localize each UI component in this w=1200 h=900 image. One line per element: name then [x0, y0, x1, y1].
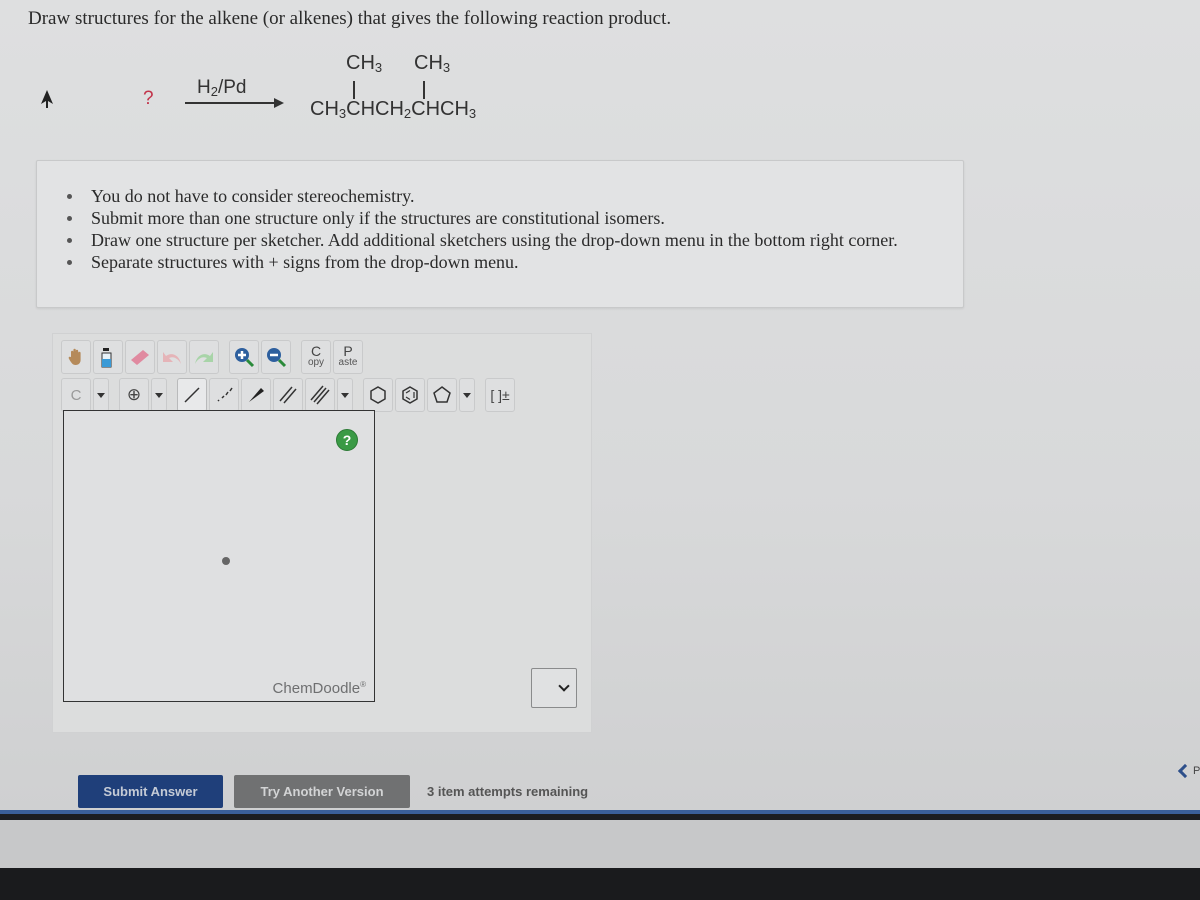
question-text: Draw structures for the alkene (or alken…: [28, 8, 672, 29]
instruction-item: Submit more than one structure only if t…: [67, 207, 898, 229]
single-bond-icon: [184, 387, 200, 403]
previous-button[interactable]: P: [1177, 763, 1200, 779]
screen-bottom-area: [0, 820, 1200, 870]
bond-line-1: [353, 81, 355, 99]
paste-label: aste: [338, 357, 358, 368]
reaction-arrow: [185, 102, 275, 104]
product-formula: CH3CHCH2CHCH3: [310, 98, 477, 121]
sketcher-toolbar-top: Copy Paste: [61, 340, 363, 374]
mouse-cursor-icon: [41, 90, 53, 108]
submit-answer-button[interactable]: Submit Answer: [78, 775, 223, 808]
monitor-bezel: [0, 868, 1200, 900]
cyclopentane-icon: [433, 386, 451, 403]
copy-letter: C: [310, 343, 322, 359]
reaction-arrow-head: [274, 98, 284, 108]
redo-button[interactable]: [189, 340, 219, 374]
chevron-down-icon: [558, 680, 570, 692]
methyl-substituent-2: CH3: [414, 52, 451, 75]
attempts-remaining: 3 item attempts remaining: [427, 784, 589, 799]
atom-label: C: [70, 386, 82, 404]
copy-button[interactable]: Copy: [301, 340, 331, 374]
instruction-item: You do not have to consider stereochemis…: [67, 185, 898, 207]
spray-bottle-icon: [101, 348, 112, 368]
undo-button[interactable]: [157, 340, 187, 374]
instructions-box: You do not have to consider stereochemis…: [36, 160, 964, 308]
copy-label: opy: [307, 357, 325, 368]
clear-tool-button[interactable]: [93, 340, 123, 374]
methyl-substituent-1: CH3: [346, 52, 383, 75]
chemdoodle-sketcher: Copy Paste C ⊕ []± ? ChemDoodle®: [52, 333, 592, 733]
instruction-item: Draw one structure per sketcher. Add add…: [67, 230, 898, 250]
paste-button[interactable]: Paste: [333, 340, 363, 374]
undo-icon: [163, 352, 181, 364]
bond-line-2: [423, 81, 425, 99]
cyclopentane-button[interactable]: [427, 378, 457, 412]
cyclohexane-icon: [370, 386, 386, 404]
drawing-canvas[interactable]: ? ChemDoodle®: [63, 410, 375, 702]
bracket-icon: [ ]±: [490, 387, 510, 403]
paste-letter: P: [343, 343, 353, 359]
single-bond-button[interactable]: [177, 378, 207, 412]
caret-down-icon: [463, 392, 471, 398]
help-icon[interactable]: ?: [336, 429, 358, 451]
instruction-item: Separate structures with + signs from th…: [67, 251, 898, 273]
wedge-bond-icon: [249, 388, 264, 402]
bond-dropdown-button[interactable]: [337, 378, 353, 412]
zoom-out-button[interactable]: [261, 340, 291, 374]
reagent-label: H2/Pd: [197, 77, 247, 99]
chevron-left-icon: [1177, 763, 1193, 779]
previous-label: P: [1193, 765, 1200, 777]
try-another-version-button[interactable]: Try Another Version: [234, 775, 410, 808]
charge-button[interactable]: ⊕: [119, 378, 149, 412]
bracket-charge-button[interactable]: [ ]±: [485, 378, 515, 412]
eraser-icon: [131, 350, 149, 365]
double-bond-button[interactable]: [273, 378, 303, 412]
caret-down-icon: [155, 392, 163, 398]
zoom-in-button[interactable]: [229, 340, 259, 374]
wedge-bond-button[interactable]: [241, 378, 271, 412]
triple-bond-icon: [310, 385, 330, 405]
add-sketcher-dropdown[interactable]: [531, 668, 577, 708]
triple-bond-button[interactable]: [305, 378, 335, 412]
charge-plus-icon: ⊕: [126, 385, 142, 404]
zoom-in-icon: [235, 348, 255, 368]
atom-dropdown-button[interactable]: [93, 378, 109, 412]
zoom-out-icon: [267, 348, 287, 368]
chemdoodle-brand: ChemDoodle®: [272, 680, 366, 697]
charge-dropdown-button[interactable]: [151, 378, 167, 412]
hand-icon: [68, 348, 81, 365]
sketcher-toolbar-bottom: C ⊕ []±: [61, 378, 515, 412]
atom-carbon-button[interactable]: C: [61, 378, 91, 412]
benzene-button[interactable]: [395, 378, 425, 412]
pan-tool-button[interactable]: [61, 340, 91, 374]
page: Draw structures for the alkene (or alken…: [0, 0, 1200, 812]
canvas-dot: [222, 557, 230, 565]
unknown-reactant: ?: [143, 88, 154, 109]
eraser-tool-button[interactable]: [125, 340, 155, 374]
ring-dropdown-button[interactable]: [459, 378, 475, 412]
double-bond-icon: [279, 386, 297, 404]
caret-down-icon: [341, 392, 349, 398]
redo-icon: [195, 352, 213, 364]
hashed-wedge-bond-icon: [217, 387, 233, 402]
dashed-bond-button[interactable]: [209, 378, 239, 412]
caret-down-icon: [97, 392, 105, 398]
cyclohexane-button[interactable]: [363, 378, 393, 412]
benzene-icon: [402, 386, 418, 404]
